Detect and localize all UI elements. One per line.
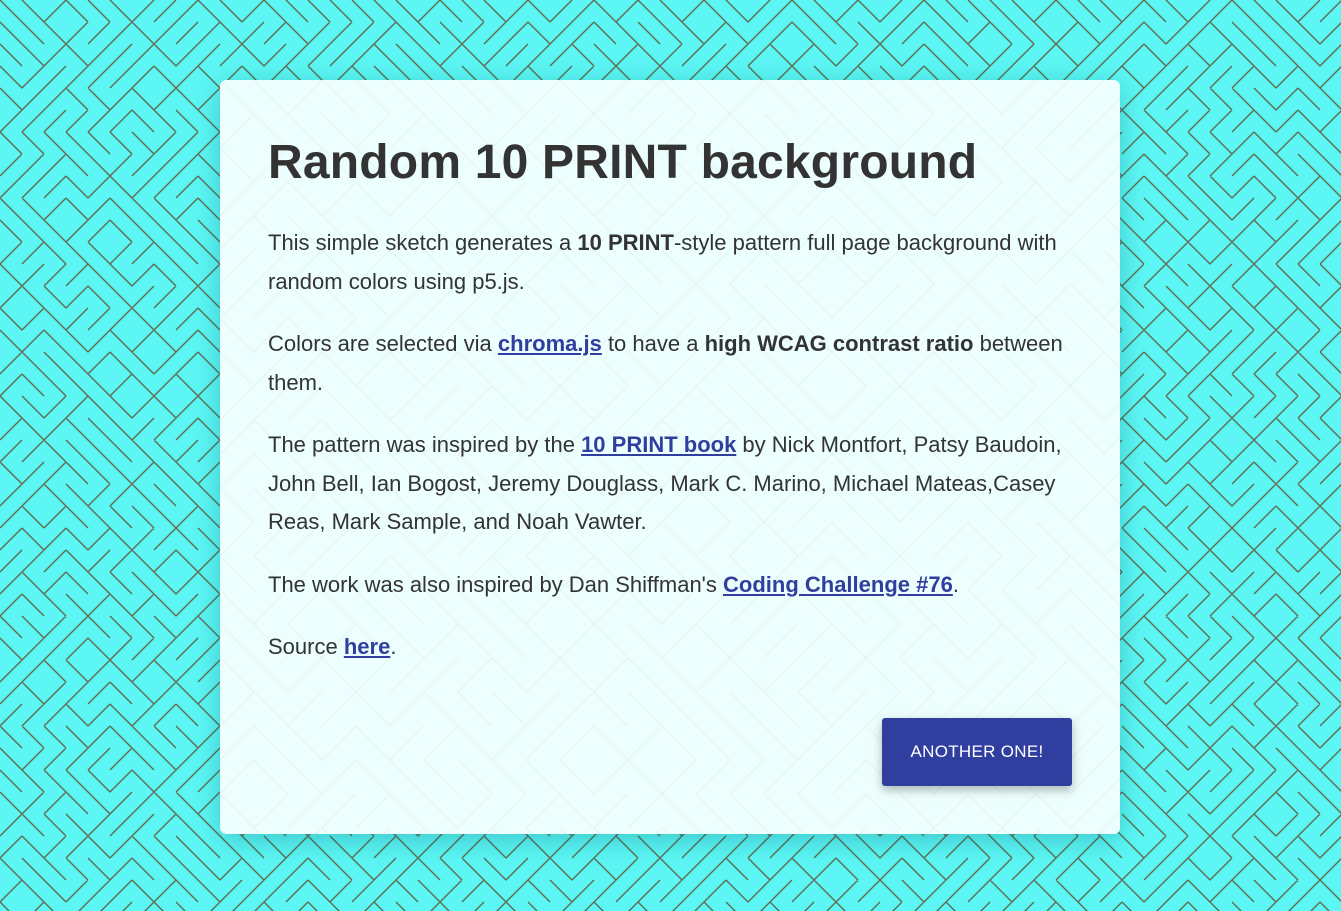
challenge-text-start: The work was also inspired by Dan Shiffm…: [268, 571, 723, 597]
another-one-button[interactable]: ANOTHER ONE!: [882, 718, 1072, 786]
contrast-ratio-bold: high WCAG contrast ratio: [704, 331, 974, 356]
intro-paragraph: This simple sketch generates a 10 PRINT-…: [268, 224, 1072, 301]
page-title: Random 10 PRINT background: [268, 136, 978, 189]
intro-text-start: This simple sketch generates a: [268, 230, 578, 255]
source-text-end: .: [390, 634, 397, 659]
source-text-start: Source: [268, 634, 344, 659]
chroma-js-link[interactable]: chroma.js: [498, 331, 602, 356]
inspiration-text-start: The pattern was inspired by the: [268, 432, 582, 457]
colors-text-start: Colors are selected via: [268, 331, 498, 356]
inspiration-paragraph: The pattern was inspired by the 10 PRINT…: [268, 426, 1072, 542]
source-link[interactable]: here: [344, 634, 390, 659]
ten-print-book-link[interactable]: 10 PRINT book: [581, 432, 736, 457]
source-paragraph: Source here.: [268, 628, 1072, 667]
challenge-text-end: .: [952, 571, 959, 597]
ten-print-bold: 10 PRINT: [577, 230, 674, 255]
info-card: Random 10 PRINT background This simple s…: [220, 80, 1120, 834]
coding-challenge-paragraph: The work was also inspired by Dan Shiffm…: [268, 566, 1072, 605]
colors-paragraph: Colors are selected via chroma.js to hav…: [268, 325, 1072, 402]
colors-text-middle: to have a: [601, 331, 705, 356]
coding-challenge-link[interactable]: Coding Challenge #76: [723, 572, 953, 597]
